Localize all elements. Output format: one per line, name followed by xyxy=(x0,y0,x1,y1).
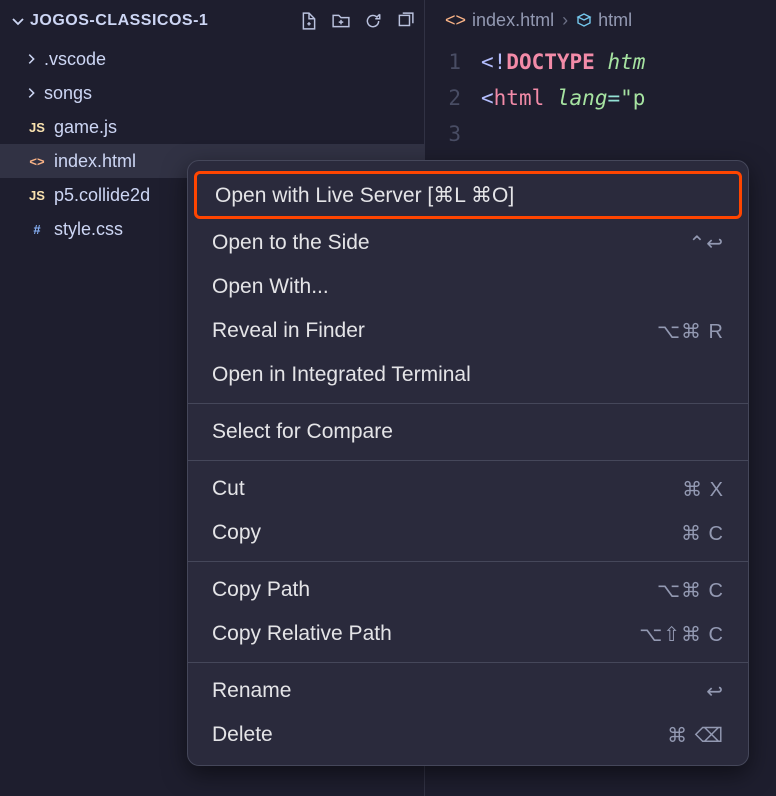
chevron-right-icon xyxy=(24,86,38,100)
menu-item-label: Select for Compare xyxy=(212,420,393,444)
menu-item-label: Copy Path xyxy=(212,578,310,602)
menu-separator xyxy=(188,662,748,663)
menu-item-shortcut: ⌥⌘ R xyxy=(657,319,724,344)
file-label: game.js xyxy=(54,117,117,138)
menu-item[interactable]: Reveal in Finder ⌥⌘ R xyxy=(188,309,748,353)
project-title: JOGOS-CLASSICOS-1 xyxy=(30,12,300,30)
menu-separator xyxy=(188,561,748,562)
menu-separator xyxy=(188,460,748,461)
file-item-game-js[interactable]: JS game.js xyxy=(0,110,424,144)
menu-item-shortcut: ↩ xyxy=(706,679,724,704)
menu-item[interactable]: Open with Live Server [⌘L ⌘O] xyxy=(194,171,742,219)
menu-item[interactable]: Select for Compare xyxy=(188,410,748,454)
menu-item[interactable]: Copy Relative Path ⌥⇧⌘ C xyxy=(188,612,748,656)
breadcrumb-symbol[interactable]: html xyxy=(576,10,632,31)
menu-item-shortcut: ⌘ X xyxy=(682,477,724,502)
menu-item-shortcut: ⌘ C xyxy=(681,521,724,546)
menu-item[interactable]: Delete ⌘ ⌫ xyxy=(188,713,748,757)
symbol-icon xyxy=(576,12,592,28)
menu-item-shortcut: ⌃↩ xyxy=(688,231,724,256)
folder-item-songs[interactable]: songs xyxy=(0,76,424,110)
menu-item[interactable]: Open With... xyxy=(188,265,748,309)
line-number: 1 xyxy=(425,44,461,80)
menu-item[interactable]: Open in Integrated Terminal xyxy=(188,353,748,397)
menu-item-label: Open with Live Server [⌘L ⌘O] xyxy=(215,183,514,208)
chevron-right-icon xyxy=(24,52,38,66)
code-line: <html lang="p xyxy=(481,80,776,116)
file-label: p5.collide2d xyxy=(54,185,150,206)
menu-separator xyxy=(188,403,748,404)
code-line: <!DOCTYPE htm xyxy=(481,44,776,80)
menu-item[interactable]: Copy ⌘ C xyxy=(188,511,748,555)
html-file-icon: <> xyxy=(445,10,466,31)
new-folder-icon[interactable] xyxy=(332,12,350,30)
menu-item-label: Cut xyxy=(212,477,245,501)
html-file-icon: <> xyxy=(26,154,48,169)
menu-item-label: Delete xyxy=(212,723,273,747)
context-menu: Open with Live Server [⌘L ⌘O] Open to the… xyxy=(187,160,749,766)
breadcrumb-symbol-label: html xyxy=(598,10,632,31)
file-label: style.css xyxy=(54,219,123,240)
breadcrumb-file-label: index.html xyxy=(472,10,554,31)
js-file-icon: JS xyxy=(26,188,48,203)
line-number: 3 xyxy=(425,116,461,152)
menu-item-shortcut: ⌥⇧⌘ C xyxy=(639,622,724,647)
menu-item-label: Open With... xyxy=(212,275,329,299)
js-file-icon: JS xyxy=(26,120,48,135)
file-label: index.html xyxy=(54,151,136,172)
menu-item-label: Reveal in Finder xyxy=(212,319,365,343)
folder-item-vscode[interactable]: .vscode xyxy=(0,42,424,76)
refresh-icon[interactable] xyxy=(364,12,382,30)
menu-item-label: Open to the Side xyxy=(212,231,370,255)
css-file-icon: # xyxy=(26,222,48,237)
collapse-all-icon[interactable] xyxy=(396,12,414,30)
menu-item-shortcut: ⌥⌘ C xyxy=(657,578,724,603)
breadcrumb: <> index.html › html xyxy=(425,0,776,40)
menu-item-label: Open in Integrated Terminal xyxy=(212,363,471,387)
new-file-icon[interactable] xyxy=(300,12,318,30)
folder-label: .vscode xyxy=(44,49,106,70)
breadcrumb-separator: › xyxy=(562,10,568,31)
chevron-down-icon[interactable] xyxy=(10,13,26,29)
menu-item-label: Copy Relative Path xyxy=(212,622,392,646)
explorer-header: JOGOS-CLASSICOS-1 xyxy=(0,0,424,42)
menu-item[interactable]: Copy Path ⌥⌘ C xyxy=(188,568,748,612)
menu-item-label: Copy xyxy=(212,521,261,545)
folder-label: songs xyxy=(44,83,92,104)
line-number: 2 xyxy=(425,80,461,116)
menu-item[interactable]: Cut ⌘ X xyxy=(188,467,748,511)
menu-item[interactable]: Rename ↩ xyxy=(188,669,748,713)
menu-item-label: Rename xyxy=(212,679,291,703)
menu-item-shortcut: ⌘ ⌫ xyxy=(667,723,724,748)
breadcrumb-file[interactable]: <> index.html xyxy=(445,10,554,31)
menu-item[interactable]: Open to the Side ⌃↩ xyxy=(188,221,748,265)
